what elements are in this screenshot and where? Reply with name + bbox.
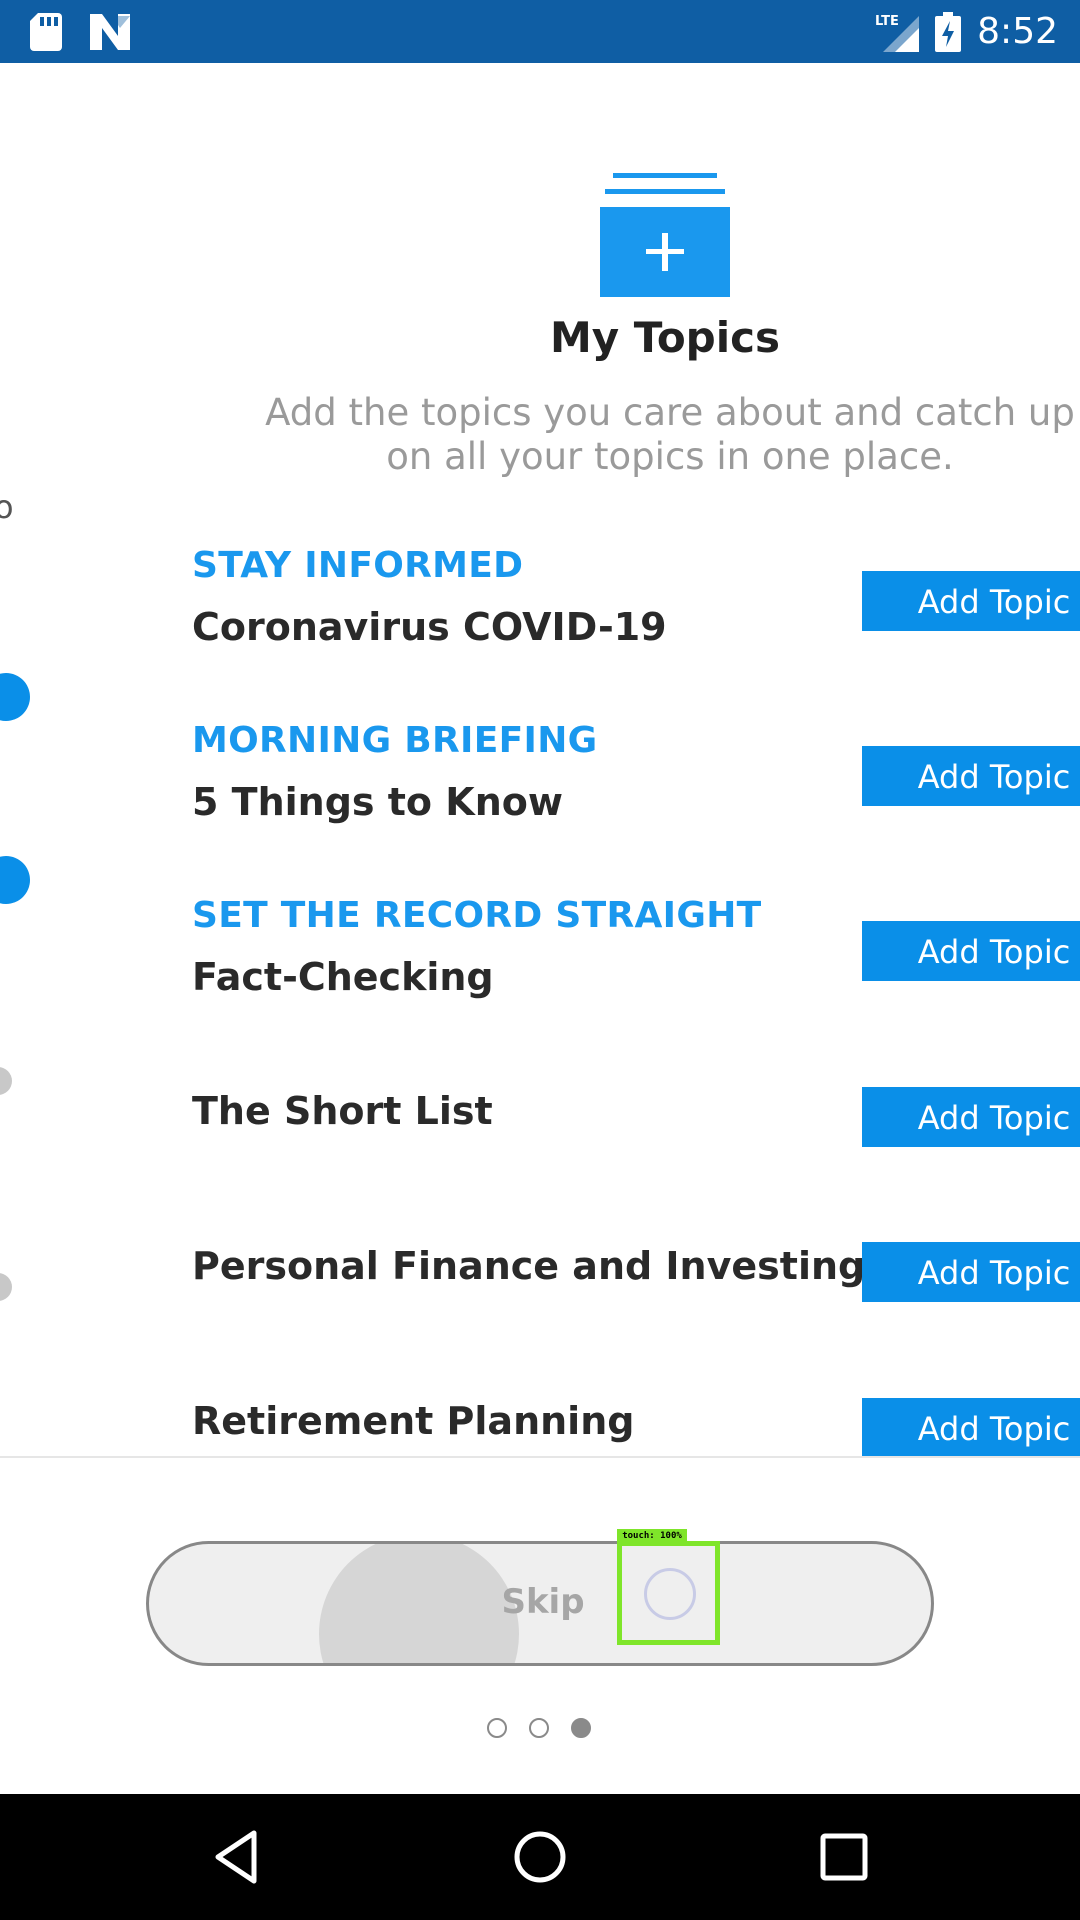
add-topic-button[interactable]: Add Topic <box>862 746 1080 806</box>
add-topic-icon <box>600 173 730 297</box>
status-bar: LTE 8:52 <box>0 0 1080 63</box>
topic-name: Coronavirus COVID-19 <box>192 605 667 649</box>
add-topic-button[interactable]: Add Topic <box>862 1398 1080 1456</box>
skip-button[interactable]: Skip <box>146 1541 934 1666</box>
topic-name: Personal Finance and Investing <box>192 1244 866 1288</box>
add-topic-button[interactable]: Add Topic <box>862 921 1080 981</box>
topic-name: The Short List <box>192 1089 493 1133</box>
recents-icon[interactable] <box>814 1827 874 1887</box>
previous-page-toggle <box>0 856 30 904</box>
home-icon[interactable] <box>510 1827 570 1887</box>
skip-label: Skip <box>501 1582 585 1622</box>
topic-name: Retirement Planning <box>192 1399 635 1443</box>
battery-charging-icon <box>935 11 962 52</box>
page-description: Add the topics you care about and catch … <box>180 391 1080 479</box>
previous-page-toggle <box>0 1067 12 1095</box>
page-dot-active <box>571 1718 591 1738</box>
previous-page-toggle <box>0 1273 12 1301</box>
signal-icon: LTE <box>875 14 920 52</box>
page-dot <box>529 1718 549 1738</box>
sd-card-icon <box>30 13 62 51</box>
page-indicator <box>487 1718 591 1738</box>
network-label: LTE <box>875 14 899 29</box>
topic-name: 5 Things to Know <box>192 780 563 824</box>
add-topic-button[interactable]: Add Topic <box>862 571 1080 631</box>
navigation-bar <box>0 1794 1080 1920</box>
add-topic-button[interactable]: Add Topic <box>862 1087 1080 1147</box>
previous-page-edge: o <box>0 488 14 526</box>
touch-point-icon <box>644 1568 696 1620</box>
topic-eyebrow: STAY INFORMED <box>192 545 524 586</box>
page-description-line: Add the topics you care about and catch … <box>265 391 1075 434</box>
touch-indicator <box>617 1541 720 1645</box>
topic-eyebrow: MORNING BRIEFING <box>192 720 598 761</box>
page-title: My Topics <box>549 313 781 362</box>
status-time: 8:52 <box>977 11 1058 52</box>
page-dot <box>487 1718 507 1738</box>
topic-eyebrow: SET THE RECORD STRAIGHT <box>192 895 762 936</box>
previous-page-toggle <box>0 673 30 721</box>
back-icon[interactable] <box>206 1827 266 1887</box>
page-description-line: on all your topics in one place. <box>386 435 954 478</box>
topic-name: Fact-Checking <box>192 955 494 999</box>
topics-screen: o My Topics Add the topics you care abou… <box>0 63 1080 1456</box>
add-topic-button[interactable]: Add Topic <box>862 1242 1080 1302</box>
n-app-icon <box>90 14 130 50</box>
bottom-divider <box>0 1456 1080 1458</box>
